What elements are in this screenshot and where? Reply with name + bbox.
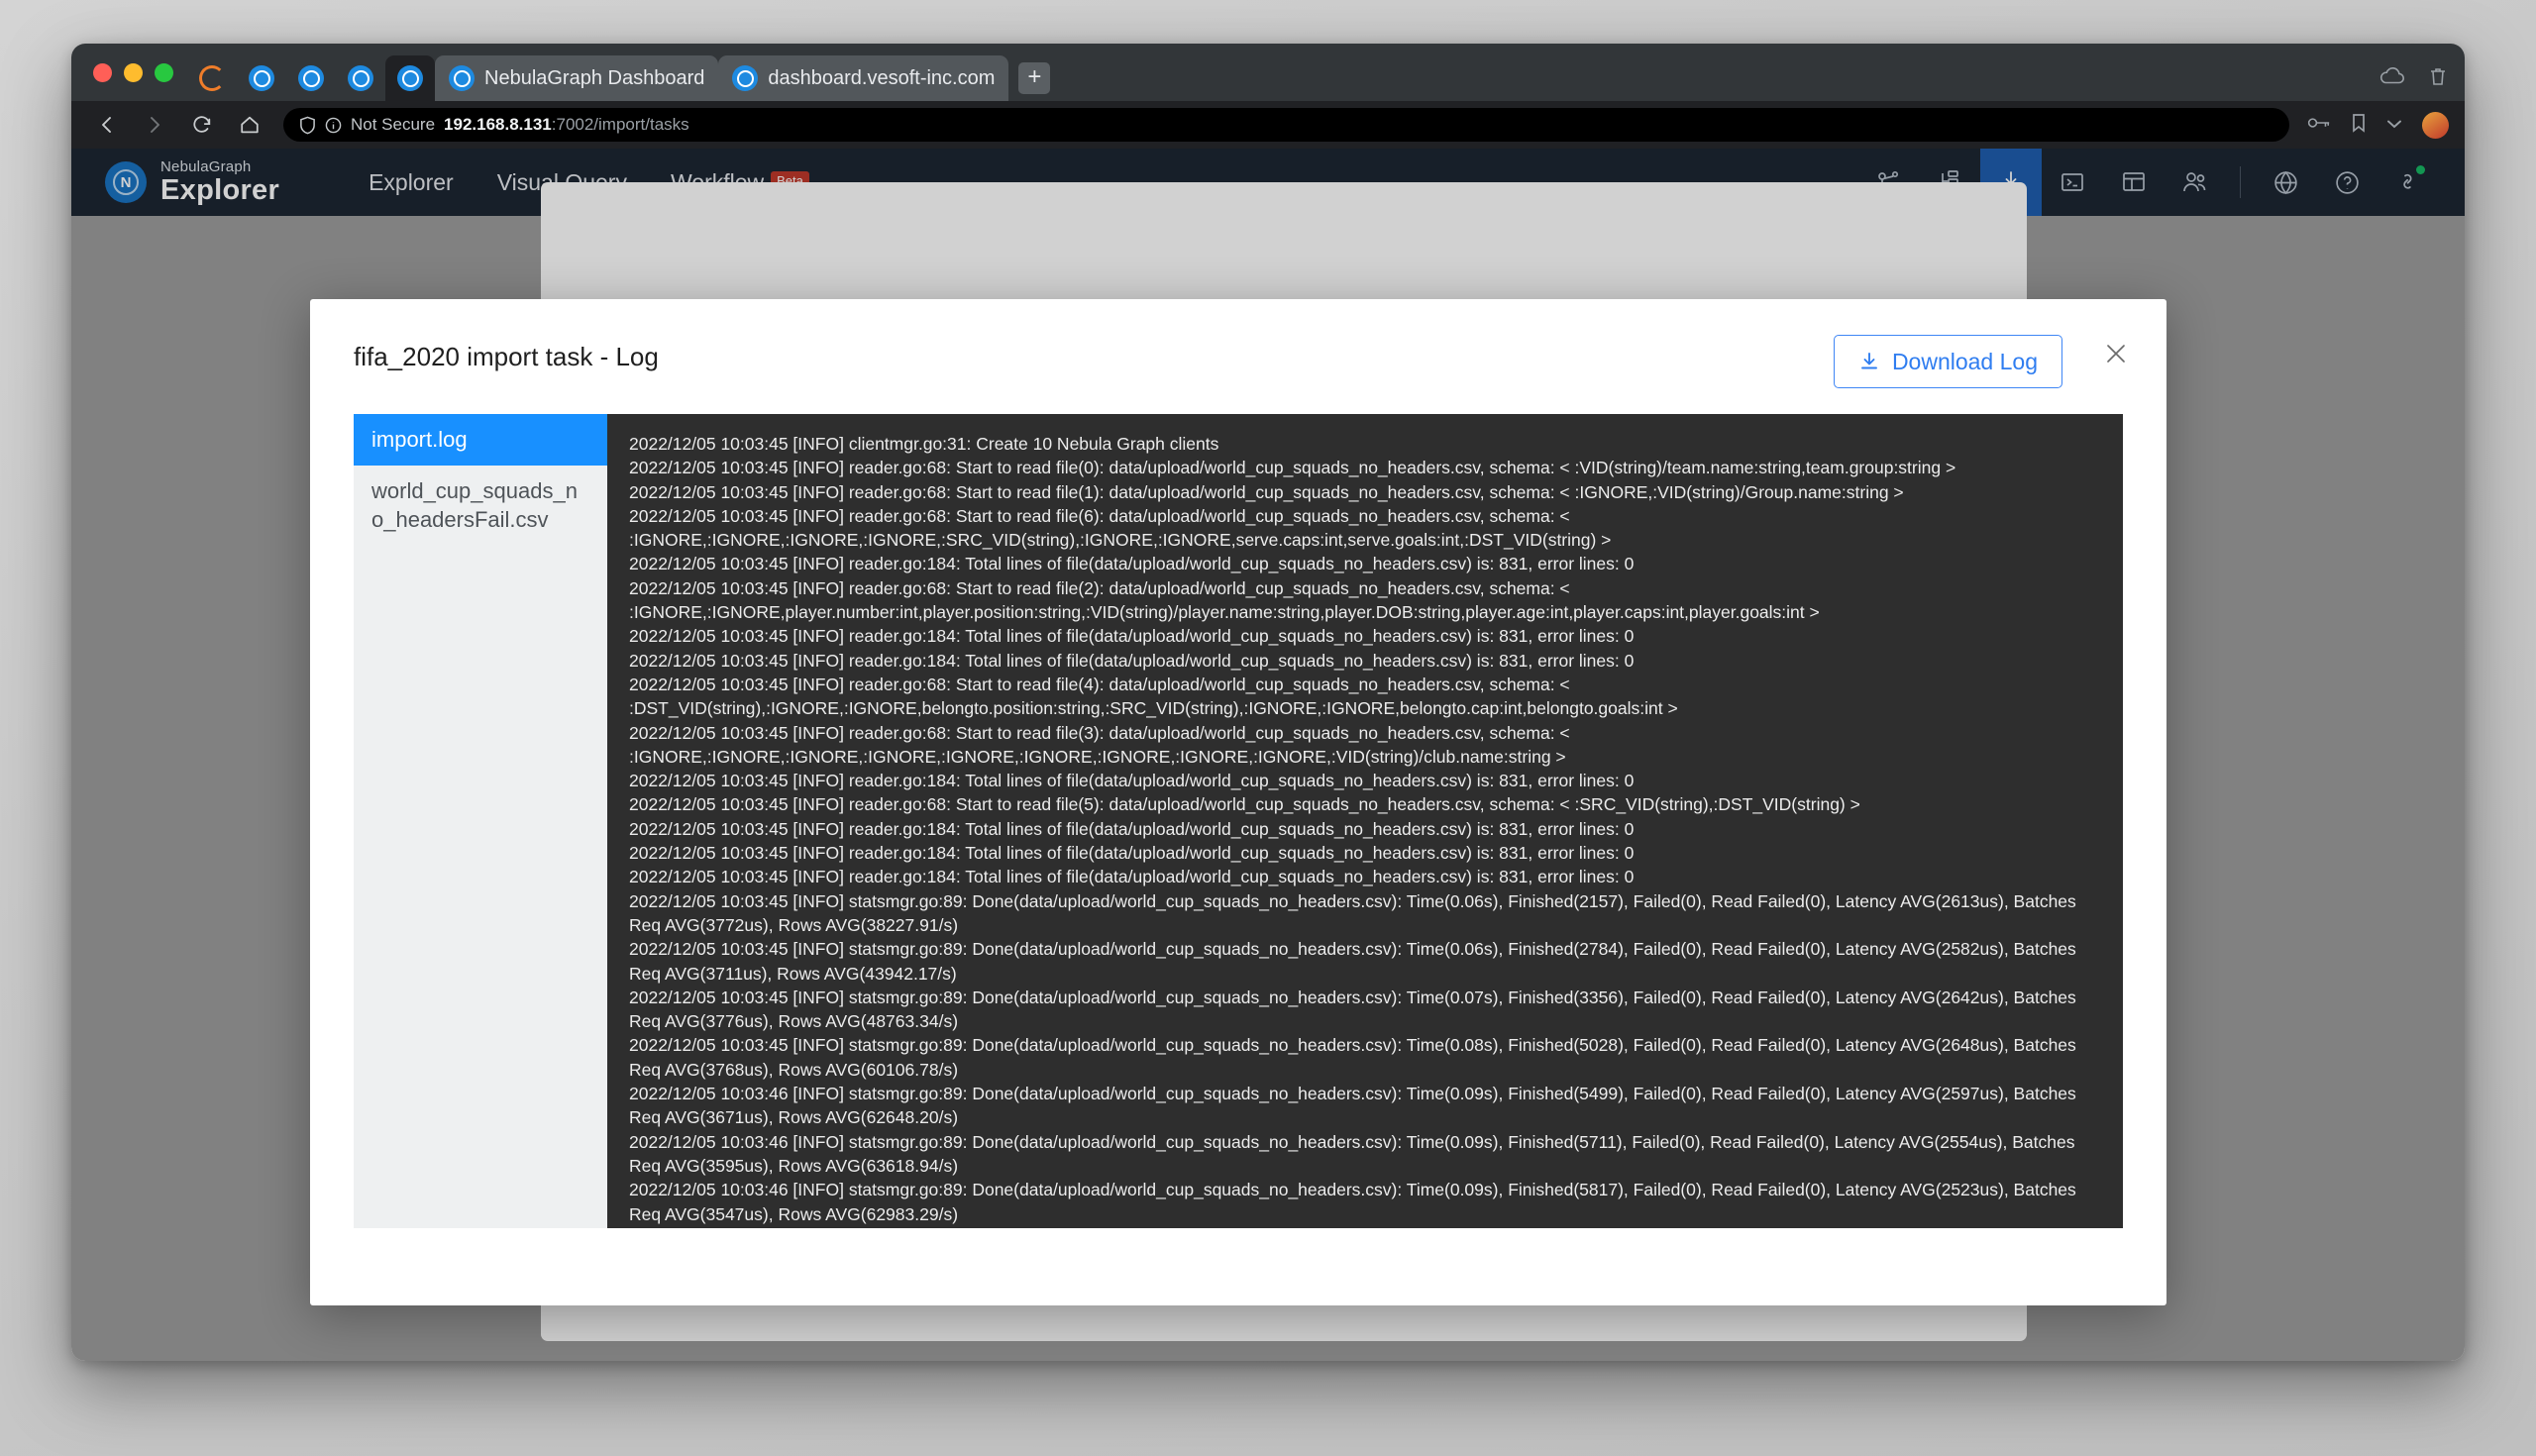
browser-profile-avatar[interactable]	[2422, 111, 2449, 139]
nebulagraph-favicon	[732, 65, 759, 91]
forward-button[interactable]	[135, 105, 174, 145]
nebulagraph-favicon	[397, 65, 423, 91]
file-item-label: import.log	[371, 427, 468, 452]
security-status-label: Not Secure	[351, 115, 436, 134]
url-path: :7002/import/tasks	[551, 115, 689, 134]
window-traffic-lights	[85, 44, 187, 101]
browser-tab-vesoft[interactable]: dashboard.vesoft-inc.com	[718, 55, 1009, 101]
browser-tab-dashboard[interactable]: NebulaGraph Dashboard	[435, 55, 719, 101]
trash-icon[interactable]	[2429, 66, 2447, 91]
log-file-list: import.log world_cup_squads_no_headersFa…	[354, 414, 607, 1228]
page-title: fifa_2020 import task - Log	[354, 341, 659, 371]
log-line: 2022/12/05 10:03:45 [INFO] reader.go:184…	[629, 554, 1635, 574]
log-line: 2022/12/05 10:03:45 [INFO] reader.go:184…	[629, 867, 1635, 887]
bookmark-icon[interactable]	[2351, 113, 2367, 138]
desktop-backdrop: NebulaGraph Dashboard dashboard.vesoft-i…	[0, 0, 2536, 1456]
modal-body: import.log world_cup_squads_no_headersFa…	[354, 414, 2123, 1228]
browser-tab-pinned-4[interactable]	[336, 55, 385, 101]
log-line: 2022/12/05 10:03:45 [INFO] reader.go:68:…	[629, 505, 1612, 551]
address-bar[interactable]: Not Secure 192.168.8.131:7002/import/tas…	[283, 108, 2289, 142]
key-icon[interactable]	[2307, 115, 2331, 136]
browser-tab-pinned-2[interactable]	[237, 55, 286, 101]
log-line: 2022/12/05 10:03:45 [INFO] reader.go:68:…	[629, 722, 1570, 767]
log-line: 2022/12/05 10:03:45 [INFO] reader.go:184…	[629, 626, 1635, 647]
home-button[interactable]	[230, 105, 269, 145]
log-line: 2022/12/05 10:03:45 [INFO] reader.go:68:…	[629, 458, 1956, 478]
download-icon	[1858, 351, 1880, 372]
log-line: 2022/12/05 10:03:45 [INFO] reader.go:68:…	[629, 794, 1860, 815]
log-line: 2022/12/05 10:03:45 [INFO] clientmgr.go:…	[629, 434, 1219, 454]
nebulagraph-favicon	[449, 65, 475, 91]
log-line: 2022/12/05 10:03:46 [INFO] statsmgr.go:8…	[629, 1180, 2076, 1224]
shield-icon	[299, 116, 316, 135]
log-line: 2022/12/05 10:03:45 [INFO] reader.go:68:…	[629, 577, 1820, 623]
log-line: 2022/12/05 10:03:45 [INFO] reader.go:184…	[629, 650, 1635, 671]
browser-tab-label: dashboard.vesoft-inc.com	[768, 66, 996, 89]
browser-toolbar: Not Secure 192.168.8.131:7002/import/tas…	[71, 101, 2465, 149]
import-log-modal: fifa_2020 import task - Log Download Log	[310, 299, 2166, 1305]
page-viewport: NebulaGraph Explorer Explorer Visual Que…	[71, 149, 2465, 1361]
log-output-pane[interactable]: 2022/12/05 10:03:45 [INFO] clientmgr.go:…	[607, 414, 2123, 1228]
back-button[interactable]	[87, 105, 127, 145]
loading-spinner-icon	[199, 65, 225, 91]
new-tab-button[interactable]: +	[1018, 62, 1051, 94]
list-item[interactable]: import.log	[354, 414, 607, 466]
browser-tab-pinned-active[interactable]	[385, 55, 435, 101]
log-line: 2022/12/05 10:03:45 [INFO] statsmgr.go:8…	[629, 939, 2076, 984]
info-icon[interactable]	[325, 117, 342, 134]
list-item[interactable]: world_cup_squads_no_headersFail.csv	[354, 466, 607, 546]
nebulagraph-favicon	[249, 65, 274, 91]
log-line: 2022/12/05 10:03:45 [INFO] statsmgr.go:8…	[629, 1035, 2076, 1080]
log-line: 2022/12/05 10:03:45 [INFO] statsmgr.go:8…	[629, 890, 2076, 935]
window-maximize-button[interactable]	[155, 62, 173, 82]
chevron-down-icon[interactable]	[2386, 116, 2402, 134]
window-minimize-button[interactable]	[124, 62, 143, 82]
download-log-button[interactable]: Download Log	[1833, 335, 2062, 388]
log-line: 2022/12/05 10:03:46 [INFO] statsmgr.go:8…	[629, 1084, 2076, 1128]
log-line: 2022/12/05 10:03:45 [INFO] statsmgr.go:8…	[629, 987, 2076, 1032]
window-close-button[interactable]	[93, 62, 112, 82]
log-line: 2022/12/05 10:03:45 [INFO] reader.go:68:…	[629, 674, 1678, 719]
browser-tab-strip: NebulaGraph Dashboard dashboard.vesoft-i…	[71, 44, 2465, 101]
tab-strip-right-icons	[2379, 66, 2447, 91]
url-host: 192.168.8.131	[444, 115, 552, 134]
cloud-icon[interactable]	[2379, 67, 2405, 90]
modal-header: fifa_2020 import task - Log Download Log	[310, 299, 2166, 414]
browser-tab-label: NebulaGraph Dashboard	[484, 66, 705, 89]
log-line: 2022/12/05 10:03:45 [INFO] reader.go:184…	[629, 771, 1635, 791]
close-icon[interactable]	[2099, 337, 2133, 370]
log-line: 2022/12/05 10:03:45 [INFO] reader.go:184…	[629, 818, 1635, 839]
nebulagraph-favicon	[298, 65, 324, 91]
browser-window: NebulaGraph Dashboard dashboard.vesoft-i…	[71, 44, 2465, 1361]
address-bar-url: 192.168.8.131:7002/import/tasks	[444, 115, 689, 135]
browser-tab-pinned-1[interactable]	[187, 55, 237, 101]
download-log-label: Download Log	[1891, 348, 2038, 374]
reload-button[interactable]	[182, 105, 222, 145]
log-line: 2022/12/05 10:03:45 [INFO] reader.go:68:…	[629, 481, 1904, 502]
browser-tab-pinned-3[interactable]	[286, 55, 336, 101]
log-line: 2022/12/05 10:03:45 [INFO] reader.go:184…	[629, 843, 1635, 864]
toolbar-right-group	[2297, 111, 2449, 139]
file-item-label: world_cup_squads_no_headersFail.csv	[371, 477, 578, 533]
nebulagraph-favicon	[348, 65, 373, 91]
log-line: 2022/12/05 10:03:46 [INFO] statsmgr.go:8…	[629, 1131, 2075, 1176]
